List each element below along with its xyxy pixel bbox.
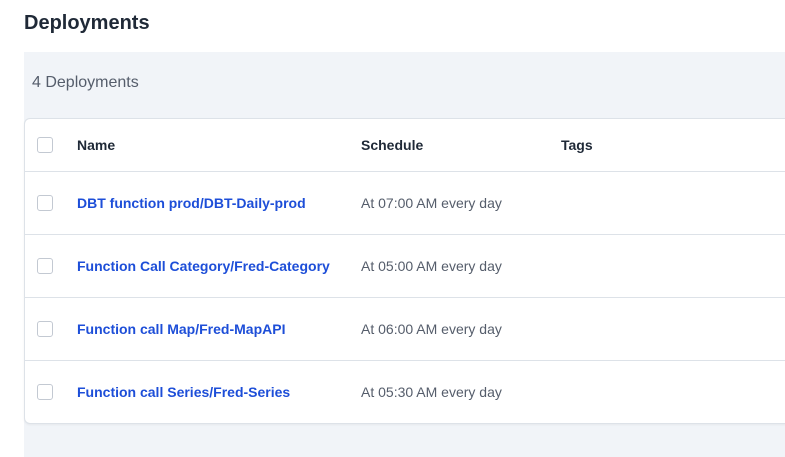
column-header-schedule[interactable]: Schedule	[361, 137, 423, 153]
schedule-text: At 06:00 AM every day	[361, 321, 502, 337]
select-all-checkbox[interactable]	[37, 137, 53, 153]
flow-link[interactable]: DBT function prod	[77, 195, 200, 211]
row-checkbox[interactable]	[37, 258, 53, 274]
deployment-count: 4 Deployments	[32, 74, 139, 91]
schedule-text: At 05:00 AM every day	[361, 258, 502, 274]
flow-link[interactable]: Function Call Category	[77, 258, 230, 274]
row-checkbox[interactable]	[37, 195, 53, 211]
column-header-tags[interactable]: Tags	[561, 137, 593, 153]
deployment-link[interactable]: DBT-Daily-prod	[204, 195, 306, 211]
row-checkbox[interactable]	[37, 321, 53, 337]
deployment-name: Function Call Category/Fred-Category	[77, 258, 330, 274]
flow-link[interactable]: Function call Series	[77, 384, 209, 400]
flow-link[interactable]: Function call Map	[77, 321, 195, 337]
table-row: Function Call Category/Fred-Category At …	[25, 234, 785, 298]
deployments-table: Name Schedule Tags DBT function prod/DBT…	[24, 118, 785, 424]
deployment-name: Function call Map/Fred-MapAPI	[77, 321, 285, 337]
table-row: Function call Map/Fred-MapAPI At 06:00 A…	[25, 297, 785, 361]
column-header-name[interactable]: Name	[77, 137, 115, 153]
schedule-text: At 07:00 AM every day	[361, 195, 502, 211]
schedule-text: At 05:30 AM every day	[361, 384, 502, 400]
table-row: Function call Series/Fred-Series At 05:3…	[25, 360, 785, 424]
table-header-row: Name Schedule Tags	[25, 119, 785, 171]
deployments-page: Deployments 4 Deployments Name Schedule …	[0, 0, 785, 457]
deployment-name: DBT function prod/DBT-Daily-prod	[77, 195, 306, 211]
deployment-link[interactable]: Fred-MapAPI	[199, 321, 285, 337]
deployment-link[interactable]: Fred-Category	[234, 258, 330, 274]
table-row: DBT function prod/DBT-Daily-prod At 07:0…	[25, 171, 785, 235]
row-checkbox[interactable]	[37, 384, 53, 400]
deployments-panel: 4 Deployments Name Schedule Tags DBT fun…	[24, 52, 785, 457]
page-title: Deployments	[24, 12, 150, 34]
deployment-link[interactable]: Fred-Series	[213, 384, 290, 400]
deployment-name: Function call Series/Fred-Series	[77, 384, 290, 400]
